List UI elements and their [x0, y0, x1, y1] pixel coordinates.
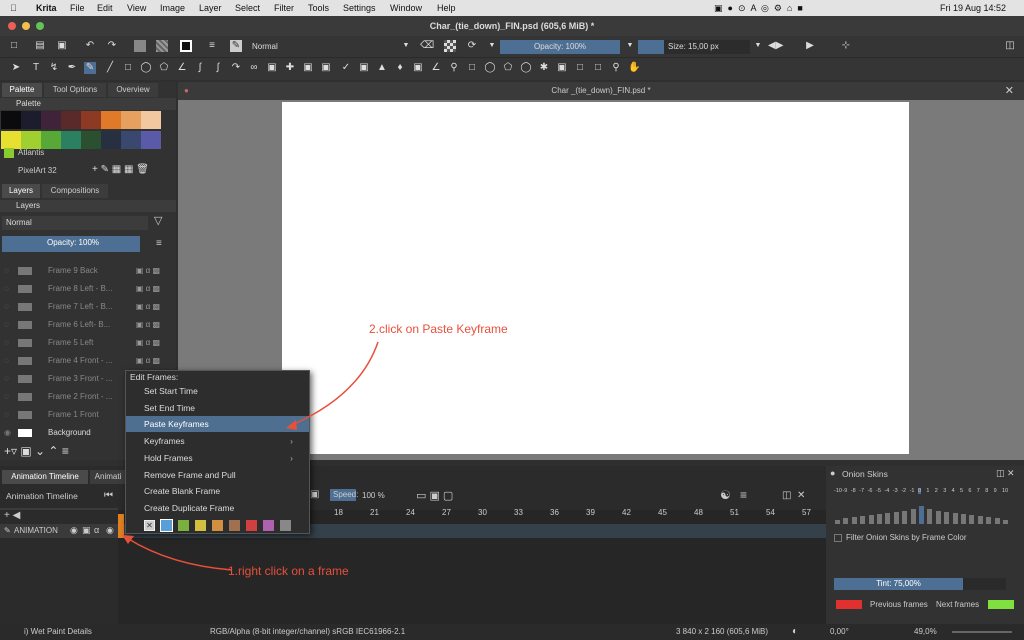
annotation-step2: 2.click on Paste Keyframe: [369, 322, 508, 336]
annotation-arrows: [122, 341, 379, 571]
annotation-step1: 1.right click on a frame: [228, 564, 349, 578]
